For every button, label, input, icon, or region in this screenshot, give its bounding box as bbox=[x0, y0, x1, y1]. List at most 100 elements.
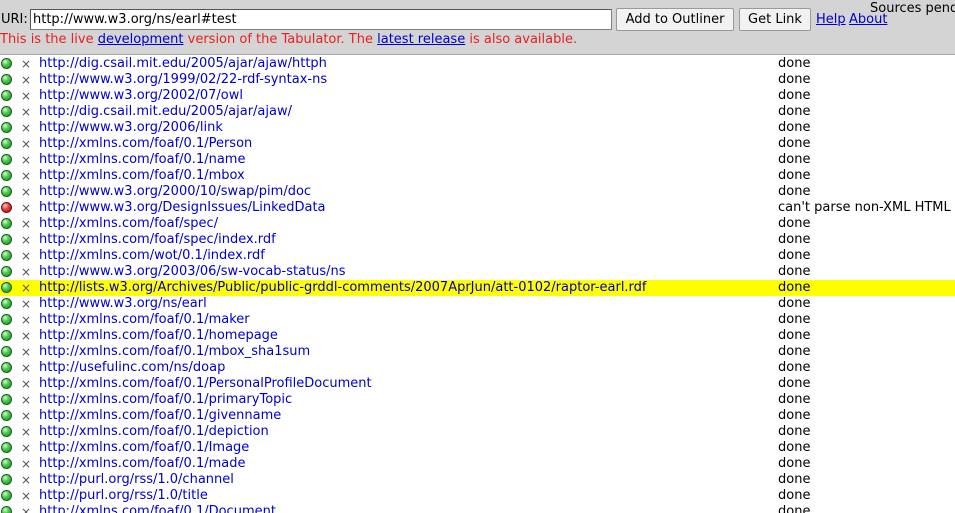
remove-x-icon[interactable]: × bbox=[20, 392, 32, 408]
source-uri-link[interactable]: http://purl.org/rss/1.0/channel bbox=[39, 472, 234, 488]
source-uri-link[interactable]: http://xmlns.com/foaf/0.1/depiction bbox=[39, 424, 269, 440]
source-uri-link[interactable]: http://www.w3.org/2000/10/swap/pim/doc bbox=[39, 184, 311, 200]
source-uri-link[interactable]: http://xmlns.com/wot/0.1/index.rdf bbox=[39, 248, 265, 264]
remove-x-icon[interactable]: × bbox=[20, 472, 32, 488]
remove-x-icon[interactable]: × bbox=[20, 168, 32, 184]
remove-x-icon[interactable]: × bbox=[20, 216, 32, 232]
remove-x-icon[interactable]: × bbox=[20, 232, 32, 248]
add-to-outliner-button[interactable]: Add to Outliner bbox=[616, 8, 734, 31]
remove-x-icon[interactable]: × bbox=[20, 136, 32, 152]
source-row: × http://xmlns.com/foaf/0.1/mbox_sha1sum d… bbox=[0, 344, 955, 360]
source-row: × http://xmlns.com/foaf/0.1/mbox done bbox=[0, 168, 955, 184]
source-uri-link[interactable]: http://www.w3.org/1999/02/22-rdf-syntax-… bbox=[39, 72, 327, 88]
status-dot-icon bbox=[1, 410, 12, 421]
remove-x-icon[interactable]: × bbox=[20, 328, 32, 344]
source-uri-link[interactable]: http://xmlns.com/foaf/0.1/Image bbox=[39, 440, 249, 456]
source-row: × http://xmlns.com/wot/0.1/index.rdf done bbox=[0, 248, 955, 264]
source-row: × http://dig.csail.mit.edu/2005/ajar/ajaw… bbox=[0, 104, 955, 120]
source-status: done bbox=[778, 104, 811, 119]
source-uri-link[interactable]: http://www.w3.org/2003/06/sw-vocab-statu… bbox=[39, 264, 346, 280]
source-status: done bbox=[778, 280, 811, 295]
source-uri-link[interactable]: http://xmlns.com/foaf/0.1/givenname bbox=[39, 408, 281, 424]
status-dot-icon bbox=[1, 298, 12, 309]
remove-x-icon[interactable]: × bbox=[20, 344, 32, 360]
source-status: done bbox=[778, 312, 811, 327]
source-row: × http://xmlns.com/foaf/0.1/depiction done bbox=[0, 424, 955, 440]
source-row: × http://xmlns.com/foaf/0.1/Document done bbox=[0, 504, 955, 513]
source-row: × http://dig.csail.mit.edu/2005/ajar/ajaw… bbox=[0, 56, 955, 72]
uri-label: URI: bbox=[1, 12, 28, 27]
source-row: × http://www.w3.org/2006/link done bbox=[0, 120, 955, 136]
remove-x-icon[interactable]: × bbox=[20, 456, 32, 472]
source-uri-link[interactable]: http://xmlns.com/foaf/spec/ bbox=[39, 216, 218, 232]
get-link-button[interactable]: Get Link bbox=[739, 8, 811, 31]
source-row: × http://www.w3.org/2002/07/owl done bbox=[0, 88, 955, 104]
remove-x-icon[interactable]: × bbox=[20, 248, 32, 264]
source-row: × http://xmlns.com/foaf/0.1/name done bbox=[0, 152, 955, 168]
remove-x-icon[interactable]: × bbox=[20, 424, 32, 440]
source-uri-link[interactable]: http://xmlns.com/foaf/0.1/Person bbox=[39, 136, 252, 152]
source-row: × http://usefulinc.com/ns/doap done bbox=[0, 360, 955, 376]
source-uri-link[interactable]: http://www.w3.org/2002/07/owl bbox=[39, 88, 243, 104]
remove-x-icon[interactable]: × bbox=[20, 200, 32, 216]
source-uri-link[interactable]: http://xmlns.com/foaf/0.1/name bbox=[39, 152, 245, 168]
source-uri-link[interactable]: http://purl.org/rss/1.0/title bbox=[39, 488, 208, 504]
source-status: can't parse non-XML HTML bbox=[778, 200, 951, 215]
source-row: × http://xmlns.com/foaf/0.1/Person done bbox=[0, 136, 955, 152]
remove-x-icon[interactable]: × bbox=[20, 440, 32, 456]
uri-input[interactable] bbox=[30, 9, 612, 30]
source-uri-link[interactable]: http://xmlns.com/foaf/0.1/PersonalProfil… bbox=[39, 376, 372, 392]
remove-x-icon[interactable]: × bbox=[20, 88, 32, 104]
source-uri-link[interactable]: http://lists.w3.org/Archives/Public/publ… bbox=[39, 280, 647, 296]
source-uri-link[interactable]: http://www.w3.org/ns/earl bbox=[39, 296, 207, 312]
latest-release-link[interactable]: latest release bbox=[377, 32, 465, 47]
source-uri-link[interactable]: http://xmlns.com/foaf/0.1/mbox bbox=[39, 168, 245, 184]
status-dot-icon bbox=[1, 90, 12, 101]
remove-x-icon[interactable]: × bbox=[20, 408, 32, 424]
remove-x-icon[interactable]: × bbox=[20, 488, 32, 504]
source-row: × http://xmlns.com/foaf/0.1/primaryTopic d… bbox=[0, 392, 955, 408]
source-uri-link[interactable]: http://www.w3.org/2006/link bbox=[39, 120, 223, 136]
remove-x-icon[interactable]: × bbox=[20, 296, 32, 312]
remove-x-icon[interactable]: × bbox=[20, 120, 32, 136]
source-uri-link[interactable]: http://xmlns.com/foaf/0.1/made bbox=[39, 456, 245, 472]
source-row: × http://purl.org/rss/1.0/title done bbox=[0, 488, 955, 504]
remove-x-icon[interactable]: × bbox=[20, 280, 32, 296]
source-status: done bbox=[778, 152, 811, 167]
status-dot-icon bbox=[1, 394, 12, 405]
status-dot-icon bbox=[1, 266, 12, 277]
source-uri-link[interactable]: http://xmlns.com/foaf/spec/index.rdf bbox=[39, 232, 276, 248]
source-row: × http://www.w3.org/DesignIssues/LinkedDa… bbox=[0, 200, 955, 216]
source-status: done bbox=[778, 504, 811, 513]
source-uri-link[interactable]: http://xmlns.com/foaf/0.1/homepage bbox=[39, 328, 278, 344]
source-uri-link[interactable]: http://dig.csail.mit.edu/2005/ajar/ajaw/ bbox=[39, 104, 292, 120]
status-dot-icon bbox=[1, 106, 12, 117]
remove-x-icon[interactable]: × bbox=[20, 360, 32, 376]
status-dot-icon bbox=[1, 362, 12, 373]
source-row: × http://xmlns.com/foaf/0.1/givenname done bbox=[0, 408, 955, 424]
source-row: × http://xmlns.com/foaf/0.1/homepage done bbox=[0, 328, 955, 344]
source-uri-link[interactable]: http://xmlns.com/foaf/0.1/Document bbox=[39, 504, 276, 513]
remove-x-icon[interactable]: × bbox=[20, 184, 32, 200]
source-uri-link[interactable]: http://xmlns.com/foaf/0.1/primaryTopic bbox=[39, 392, 292, 408]
remove-x-icon[interactable]: × bbox=[20, 56, 32, 72]
remove-x-icon[interactable]: × bbox=[20, 312, 32, 328]
source-uri-link[interactable]: http://usefulinc.com/ns/doap bbox=[39, 360, 225, 376]
status-dot-icon bbox=[1, 506, 12, 513]
remove-x-icon[interactable]: × bbox=[20, 504, 32, 513]
source-uri-link[interactable]: http://www.w3.org/DesignIssues/LinkedDat… bbox=[39, 200, 326, 216]
source-row: × http://purl.org/rss/1.0/channel done bbox=[0, 472, 955, 488]
remove-x-icon[interactable]: × bbox=[20, 104, 32, 120]
help-link[interactable]: Help bbox=[816, 12, 846, 27]
development-link[interactable]: development bbox=[98, 32, 184, 47]
remove-x-icon[interactable]: × bbox=[20, 152, 32, 168]
status-dot-icon bbox=[1, 378, 12, 389]
remove-x-icon[interactable]: × bbox=[20, 376, 32, 392]
source-status: done bbox=[778, 136, 811, 151]
source-uri-link[interactable]: http://xmlns.com/foaf/0.1/mbox_sha1sum bbox=[39, 344, 310, 360]
source-uri-link[interactable]: http://xmlns.com/foaf/0.1/maker bbox=[39, 312, 250, 328]
source-uri-link[interactable]: http://dig.csail.mit.edu/2005/ajar/ajaw/… bbox=[39, 56, 327, 72]
remove-x-icon[interactable]: × bbox=[20, 264, 32, 280]
remove-x-icon[interactable]: × bbox=[20, 72, 32, 88]
source-row: × http://www.w3.org/ns/earl done bbox=[0, 296, 955, 312]
